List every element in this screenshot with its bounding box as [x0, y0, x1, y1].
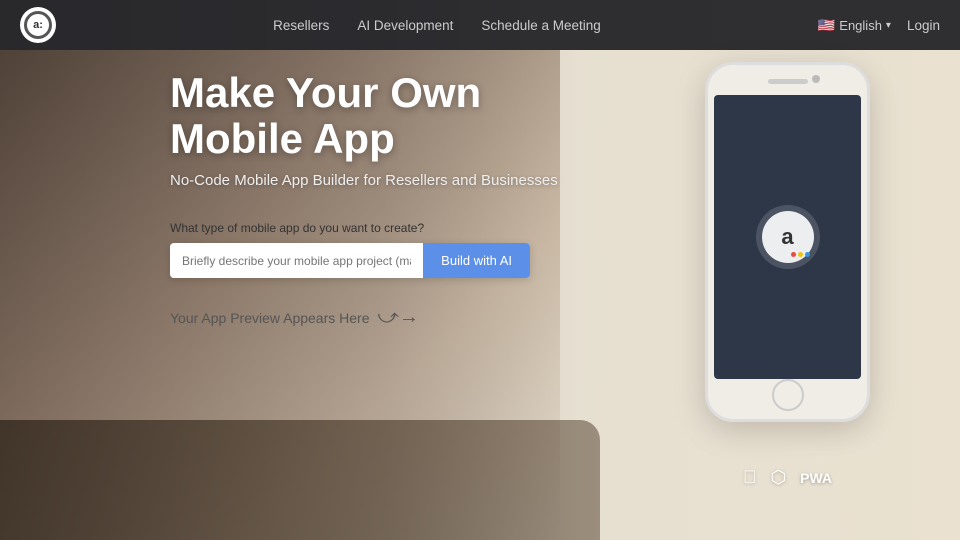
dot-blue — [805, 252, 810, 257]
android-icon: ⬡ — [770, 467, 786, 488]
phone-home-button — [772, 379, 804, 411]
preview-hint-text: Your App Preview Appears Here — [170, 310, 370, 326]
logo[interactable]: a: — [20, 7, 56, 43]
form-label: What type of mobile app do you want to c… — [170, 221, 600, 235]
flag-icon: 🇺🇸 — [818, 17, 835, 34]
phone-body: a — [705, 62, 870, 422]
preview-hint: Your App Preview Appears Here ⤻→ — [170, 306, 600, 329]
nav-resellers[interactable]: Resellers — [273, 18, 329, 33]
logo-text: a: — [33, 19, 43, 31]
dot-red — [791, 252, 796, 257]
hero-content: Make Your Own Mobile App No-Code Mobile … — [170, 70, 600, 329]
phone-speaker — [768, 79, 808, 84]
phone-mockup: a — [705, 62, 870, 432]
hero-desk — [0, 420, 600, 540]
app-logo-letter: a — [781, 224, 793, 250]
arrow-icon: ⤻→ — [378, 306, 419, 329]
navbar: a: Resellers AI Development Schedule a M… — [0, 0, 960, 50]
phone-screen: a — [714, 95, 861, 379]
platform-icons:  ⬡ PWA — [705, 467, 870, 488]
dot-yellow — [798, 252, 803, 257]
app-description-input[interactable] — [170, 244, 423, 278]
ai-form: Build with AI — [170, 243, 530, 278]
login-button[interactable]: Login — [907, 18, 940, 33]
hero-section: a: Resellers AI Development Schedule a M… — [0, 0, 960, 540]
phone-camera — [812, 75, 820, 83]
nav-links: Resellers AI Development Schedule a Meet… — [273, 18, 601, 33]
app-logo: a — [756, 205, 820, 269]
build-ai-button[interactable]: Build with AI — [423, 243, 530, 278]
language-selector[interactable]: 🇺🇸 English ▾ — [818, 17, 891, 34]
app-logo-inner: a — [762, 211, 814, 263]
pwa-badge: PWA — [800, 470, 832, 486]
nav-ai-development[interactable]: AI Development — [357, 18, 453, 33]
nav-right: 🇺🇸 English ▾ Login — [818, 17, 940, 34]
apple-icon:  — [743, 467, 757, 488]
hero-title: Make Your Own Mobile App — [170, 70, 600, 162]
hero-subtitle: No-Code Mobile App Builder for Resellers… — [170, 172, 600, 189]
nav-schedule-meeting[interactable]: Schedule a Meeting — [481, 18, 600, 33]
logo-inner: a: — [24, 11, 52, 39]
language-label: English — [839, 18, 882, 33]
logo-dots — [791, 252, 810, 257]
chevron-down-icon: ▾ — [886, 20, 891, 31]
